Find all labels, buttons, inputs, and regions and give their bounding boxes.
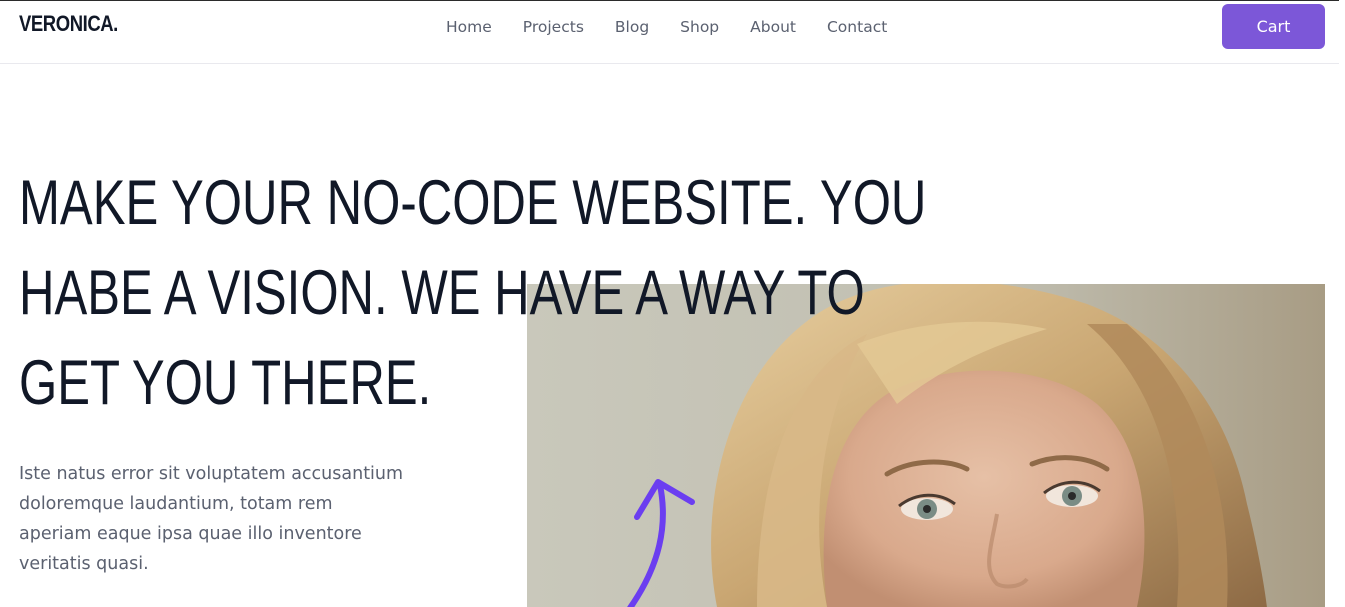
- nav-link-about[interactable]: About: [750, 15, 796, 39]
- page: VERONICA. Home Projects Blog Shop About …: [0, 0, 1345, 607]
- nav-link-blog[interactable]: Blog: [615, 15, 649, 39]
- nav-link-home[interactable]: Home: [446, 15, 492, 39]
- hero-description: Iste natus error sit voluptatem accusant…: [19, 464, 404, 574]
- nav-link-contact[interactable]: Contact: [827, 15, 887, 39]
- nav-link-shop[interactable]: Shop: [680, 15, 719, 39]
- cart-button[interactable]: Cart: [1222, 4, 1325, 49]
- curved-arrow-icon: [627, 479, 695, 607]
- nav-link-projects[interactable]: Projects: [523, 15, 584, 39]
- hero-title: MAKE YOUR NO-CODE WEBSITE. YOU HABE A VI…: [19, 158, 927, 428]
- hero-title-line: MAKE YOUR NO-CODE WEBSITE. YOU: [19, 168, 927, 238]
- hero-title-line: HABE A VISION. WE HAVE A WAY TO: [19, 258, 865, 328]
- hero-title-line: GET YOU THERE.: [19, 348, 432, 418]
- navbar: VERONICA. Home Projects Blog Shop About …: [0, 1, 1339, 64]
- main-nav: Home Projects Blog Shop About Contact: [446, 15, 918, 39]
- site-logo[interactable]: VERONICA.: [19, 11, 118, 37]
